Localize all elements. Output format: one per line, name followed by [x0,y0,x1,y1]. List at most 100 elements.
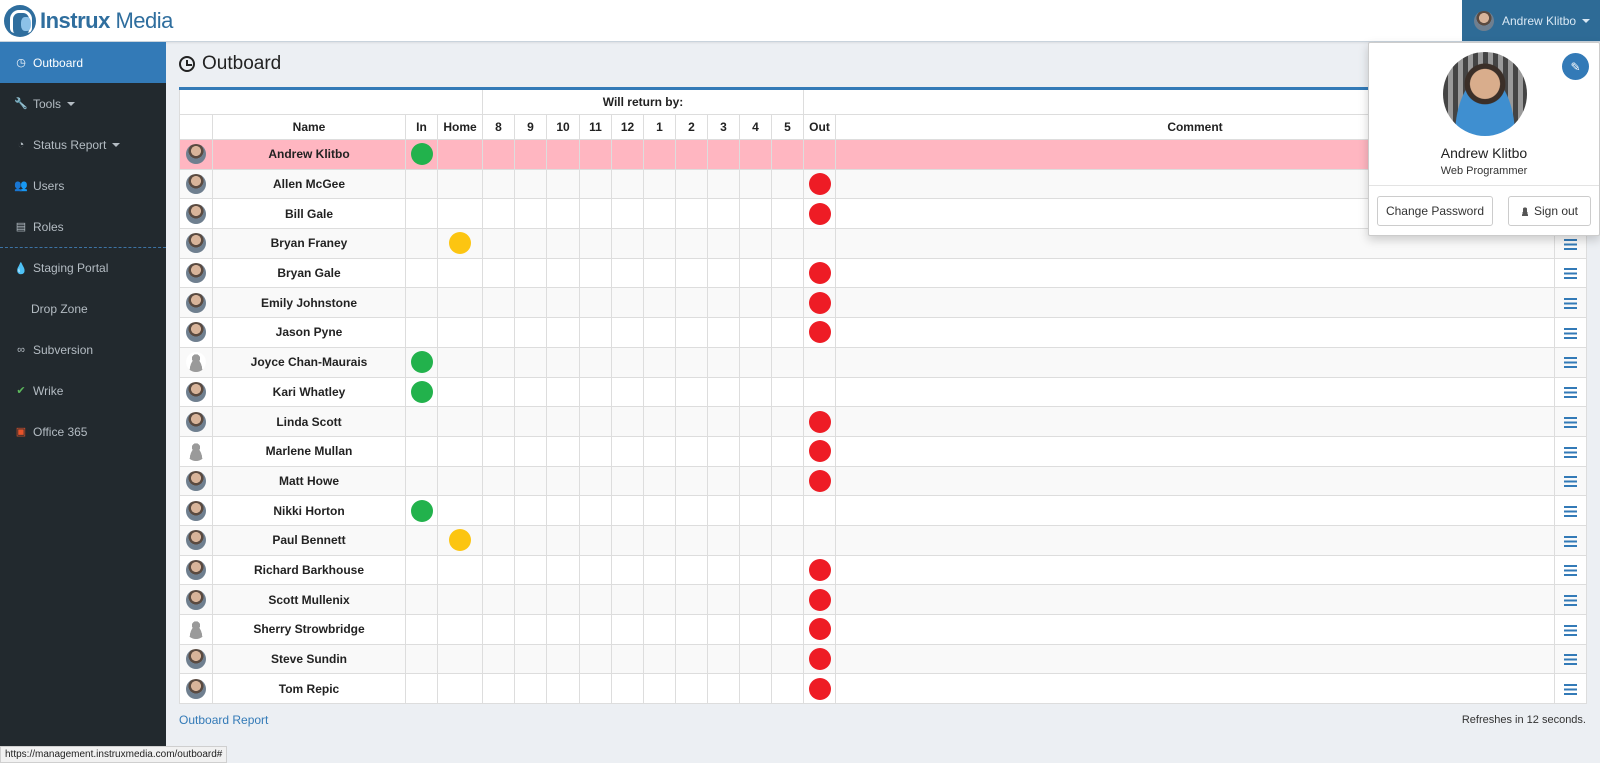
sidebar-item-staging-portal[interactable]: 💧 Staging Portal [0,247,166,288]
return-hour-cell[interactable] [707,406,740,437]
sidebar-item-office-365[interactable]: ▣ Office 365 [0,411,166,452]
return-hour-cell[interactable] [675,465,708,497]
list-icon[interactable] [1563,565,1577,577]
return-hour-cell[interactable] [707,643,740,675]
return-hour-cell[interactable] [514,673,547,705]
return-hour-cell[interactable] [739,524,772,556]
status-out-indicator[interactable] [808,648,831,671]
status-out-cell[interactable] [803,287,836,319]
status-out-indicator[interactable] [808,618,831,641]
sidebar-item-drop-zone[interactable]: Drop Zone [0,288,166,329]
return-hour-cell[interactable] [579,435,612,467]
status-out-cell[interactable] [803,317,836,348]
status-out-cell[interactable] [803,346,836,378]
return-hour-cell[interactable] [482,287,515,319]
return-hour-cell[interactable] [611,465,644,497]
return-hour-cell[interactable] [546,139,580,170]
return-hour-cell[interactable] [546,346,580,378]
return-hour-cell[interactable] [739,317,772,348]
return-hour-cell[interactable] [675,643,708,675]
change-password-button[interactable]: Change Password [1377,196,1493,226]
details-cell[interactable] [1553,584,1588,615]
status-in-cell[interactable] [405,643,438,675]
return-hour-cell[interactable] [707,317,740,348]
return-hour-cell[interactable] [514,643,547,675]
return-hour-cell[interactable] [514,465,547,497]
return-hour-cell[interactable] [611,406,644,437]
return-hour-cell[interactable] [739,584,772,615]
return-hour-cell[interactable] [675,168,708,200]
status-home-cell[interactable] [437,198,483,230]
return-hour-cell[interactable] [514,376,547,408]
return-hour-cell[interactable] [707,287,740,319]
comment-cell[interactable] [835,495,1555,526]
comment-cell[interactable] [835,584,1555,615]
return-hour-cell[interactable] [611,257,644,289]
return-hour-cell[interactable] [611,317,644,348]
status-in-indicator[interactable] [410,499,433,522]
status-out-cell[interactable] [803,168,836,200]
return-hour-cell[interactable] [546,643,580,675]
return-hour-cell[interactable] [579,317,612,348]
status-in-cell[interactable] [405,287,438,319]
status-out-cell[interactable] [803,257,836,289]
status-in-cell[interactable] [405,495,438,526]
return-hour-cell[interactable] [675,614,708,645]
return-hour-cell[interactable] [675,495,708,526]
status-home-cell[interactable] [437,228,483,259]
return-hour-cell[interactable] [739,228,772,259]
return-hour-cell[interactable] [482,406,515,437]
return-hour-cell[interactable] [643,524,676,556]
status-in-indicator[interactable] [410,143,433,166]
return-hour-cell[interactable] [643,554,676,586]
return-hour-cell[interactable] [579,643,612,675]
comment-cell[interactable] [835,346,1555,378]
list-icon[interactable] [1563,238,1577,250]
return-hour-cell[interactable] [514,317,547,348]
return-hour-cell[interactable] [514,346,547,378]
status-home-cell[interactable] [437,257,483,289]
comment-cell[interactable] [835,643,1555,675]
return-hour-cell[interactable] [611,524,644,556]
details-cell[interactable] [1553,406,1588,437]
return-hour-cell[interactable] [771,287,804,319]
status-out-indicator[interactable] [808,291,831,314]
return-hour-cell[interactable] [579,495,612,526]
return-hour-cell[interactable] [643,584,676,615]
return-hour-cell[interactable] [643,673,676,705]
outboard-report-link[interactable]: Outboard Report [179,713,268,727]
return-hour-cell[interactable] [707,435,740,467]
details-cell[interactable] [1553,524,1588,556]
return-hour-cell[interactable] [675,524,708,556]
details-cell[interactable] [1553,376,1588,408]
return-hour-cell[interactable] [514,554,547,586]
return-hour-cell[interactable] [739,495,772,526]
return-hour-cell[interactable] [707,376,740,408]
return-hour-cell[interactable] [579,198,612,230]
return-hour-cell[interactable] [514,139,547,170]
return-hour-cell[interactable] [707,554,740,586]
return-hour-cell[interactable] [739,614,772,645]
status-out-indicator[interactable] [808,440,831,463]
return-hour-cell[interactable] [739,257,772,289]
return-hour-cell[interactable] [546,406,580,437]
return-hour-cell[interactable] [482,198,515,230]
sidebar-item-subversion[interactable]: ∞ Subversion [0,329,166,370]
return-hour-cell[interactable] [514,168,547,200]
status-in-cell[interactable] [405,435,438,467]
status-in-cell[interactable] [405,317,438,348]
status-home-cell[interactable] [437,495,483,526]
list-icon[interactable] [1563,387,1577,399]
list-icon[interactable] [1563,416,1577,428]
return-hour-cell[interactable] [611,673,644,705]
return-hour-cell[interactable] [482,495,515,526]
return-hour-cell[interactable] [675,257,708,289]
return-hour-cell[interactable] [579,673,612,705]
return-hour-cell[interactable] [739,465,772,497]
return-hour-cell[interactable] [771,139,804,170]
return-hour-cell[interactable] [643,495,676,526]
return-hour-cell[interactable] [771,346,804,378]
return-hour-cell[interactable] [579,287,612,319]
sign-out-button[interactable]: Sign out [1508,196,1591,226]
details-cell[interactable] [1553,346,1588,378]
